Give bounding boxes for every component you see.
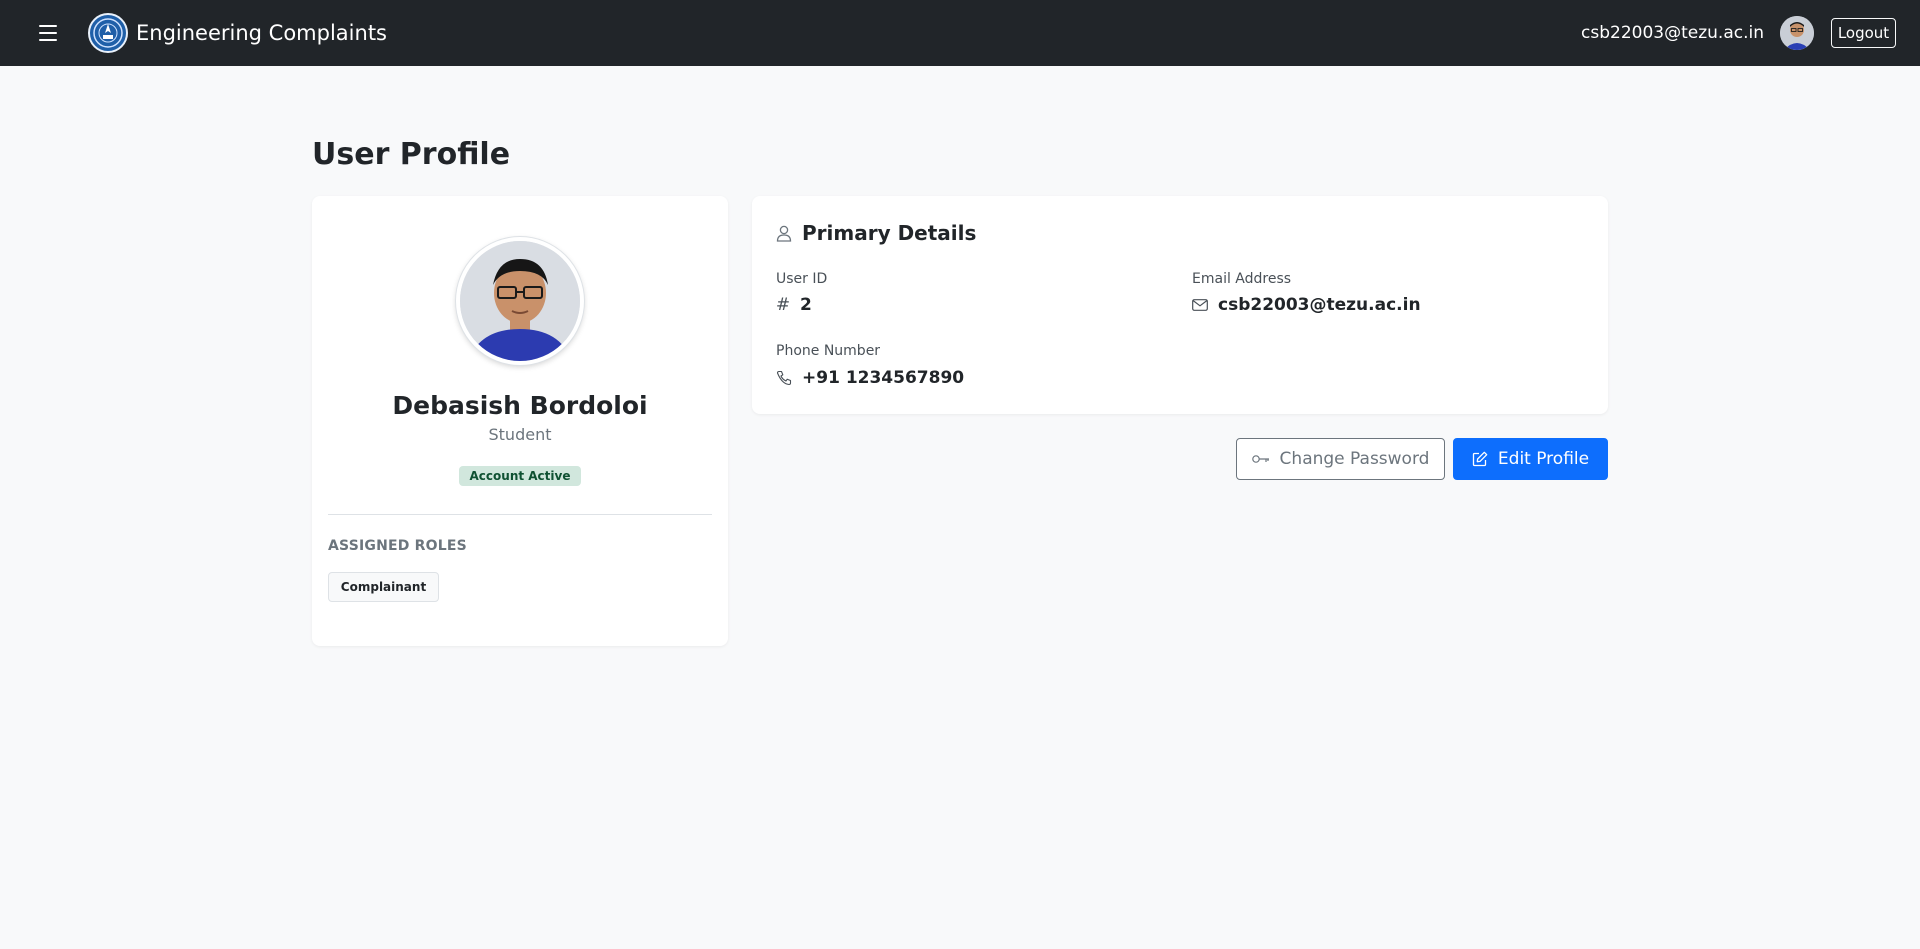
phone-icon <box>776 370 792 386</box>
person-icon <box>776 225 792 242</box>
logo-emblem-icon <box>93 18 123 48</box>
avatar-photo-icon <box>1780 16 1814 50</box>
change-password-label: Change Password <box>1279 449 1430 469</box>
email-value: csb22003@tezu.ac.in <box>1218 295 1421 315</box>
user-id-value-row: # 2 <box>776 294 812 316</box>
hash-icon: # <box>775 295 791 315</box>
user-avatar[interactable] <box>1780 16 1814 50</box>
phone-label: Phone Number <box>776 343 881 359</box>
hamburger-icon-line <box>39 32 57 34</box>
university-logo-icon[interactable] <box>88 13 128 53</box>
edit-profile-label: Edit Profile <box>1497 449 1590 469</box>
page-title: User Profile <box>312 137 511 172</box>
hamburger-icon-line <box>39 39 57 41</box>
pencil-square-icon <box>1472 451 1488 467</box>
logout-button[interactable]: Logout <box>1831 18 1896 48</box>
details-heading-text: Primary Details <box>802 221 977 245</box>
primary-details-card: Primary Details User ID # 2 Email Addres… <box>752 196 1608 414</box>
user-id-value: 2 <box>800 295 812 315</box>
top-navbar: Engineering Complaints csb22003@tezu.ac.… <box>0 0 1920 66</box>
email-value-row: csb22003@tezu.ac.in <box>1192 294 1421 316</box>
email-label: Email Address <box>1192 271 1292 287</box>
profile-card: Debasish Bordoloi Student Account Active… <box>312 196 728 646</box>
app-title[interactable]: Engineering Complaints <box>136 20 387 46</box>
change-password-button[interactable]: Change Password <box>1236 438 1445 480</box>
phone-value-row: +91 1234567890 <box>776 367 964 389</box>
details-heading: Primary Details <box>776 220 976 246</box>
status-badge: Account Active <box>459 466 581 486</box>
edit-profile-button[interactable]: Edit Profile <box>1453 438 1608 480</box>
hamburger-icon <box>39 25 57 27</box>
profile-photo-icon <box>460 241 580 361</box>
role-chip: Complainant <box>328 572 439 602</box>
profile-role: Student <box>488 425 552 444</box>
envelope-icon <box>1192 299 1208 311</box>
menu-toggle-button[interactable] <box>36 22 60 44</box>
user-id-label: User ID <box>776 271 828 287</box>
divider <box>328 514 712 515</box>
key-icon <box>1251 455 1269 463</box>
user-email: csb22003@tezu.ac.in <box>1581 23 1764 43</box>
profile-avatar <box>456 237 584 365</box>
profile-name: Debasish Bordoloi <box>392 391 648 420</box>
phone-value: +91 1234567890 <box>802 368 965 388</box>
roles-heading: ASSIGNED ROLES <box>328 538 467 554</box>
